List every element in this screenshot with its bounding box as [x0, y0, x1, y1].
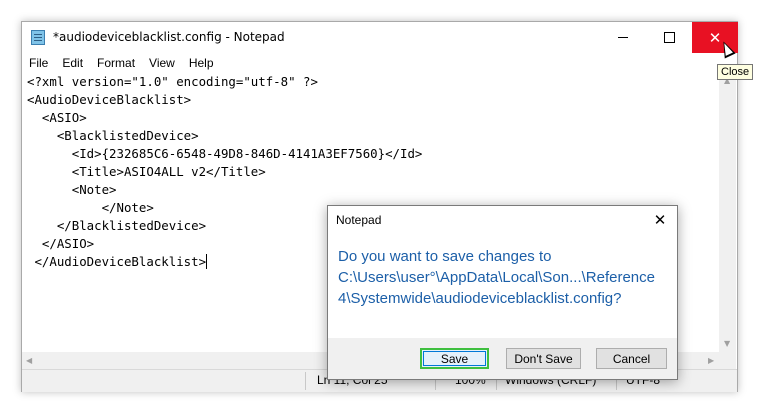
dialog-message-line: Do you want to save changes to [338, 248, 552, 265]
save-changes-dialog: Notepad ✕ Do you want to save changes to… [327, 205, 678, 380]
window-title: *audiodeviceblacklist.config - Notepad [53, 30, 285, 44]
editor-line: </ASIO> [27, 236, 95, 251]
menu-file[interactable]: File [22, 56, 55, 70]
dialog-close-button[interactable]: ✕ [648, 209, 672, 231]
cancel-button[interactable]: Cancel [596, 348, 667, 369]
menu-edit[interactable]: Edit [55, 56, 90, 70]
maximize-icon [663, 32, 675, 43]
editor-line-text: </AudioDeviceBlacklist> [27, 254, 207, 269]
scrollbar-corner [719, 352, 736, 369]
save-button[interactable]: Save [420, 348, 489, 369]
minimize-button[interactable] [600, 22, 646, 53]
close-icon: ✕ [653, 211, 667, 229]
dialog-message-line: C:\Users\user°\AppData\Local\Son...\Refe… [338, 269, 655, 286]
menu-help[interactable]: Help [182, 56, 221, 70]
menu-format[interactable]: Format [90, 56, 142, 70]
menu-view[interactable]: View [142, 56, 182, 70]
menu-bar: File Edit Format View Help [22, 53, 737, 73]
editor-line: </BlacklistedDevice> [27, 218, 207, 233]
text-caret [206, 254, 208, 269]
maximize-button[interactable] [646, 22, 692, 53]
editor-line: <BlacklistedDevice> [27, 128, 199, 143]
scroll-left-arrow-icon[interactable]: ◀ [26, 356, 32, 365]
scroll-right-arrow-icon[interactable]: ▶ [708, 356, 714, 365]
editor-line-last: </AudioDeviceBlacklist> [27, 253, 208, 271]
editor-line: <Title>ASIO4ALL v2</Title> [27, 164, 266, 179]
editor-line: <Id>{232685C6-6548-49D8-846D-4141A3EF756… [27, 146, 423, 161]
notepad-icon [31, 30, 45, 45]
editor-line: <?xml version="1.0" encoding="utf-8" ?> [27, 74, 318, 89]
dialog-button-bar: Save Don't Save Cancel [328, 338, 677, 379]
dialog-message: Do you want to save changes to C:\Users\… [338, 246, 673, 309]
minimize-icon [618, 37, 628, 38]
editor-line: <Note> [27, 182, 117, 197]
dont-save-button[interactable]: Don't Save [506, 348, 581, 369]
editor-line: </Note> [27, 200, 154, 215]
dialog-message-line: 4\Systemwide\audiodeviceblacklist.config… [338, 290, 622, 307]
editor-line: <ASIO> [27, 110, 87, 125]
title-bar[interactable]: *audiodeviceblacklist.config - Notepad ✕ [22, 22, 738, 53]
editor-line: <AudioDeviceBlacklist> [27, 92, 192, 107]
close-tooltip: Close [717, 64, 754, 80]
status-separator [305, 372, 306, 390]
vertical-scrollbar[interactable]: ▲ ▼ [719, 73, 736, 352]
dialog-title: Notepad [336, 213, 382, 227]
scroll-down-arrow-icon[interactable]: ▼ [724, 339, 730, 348]
